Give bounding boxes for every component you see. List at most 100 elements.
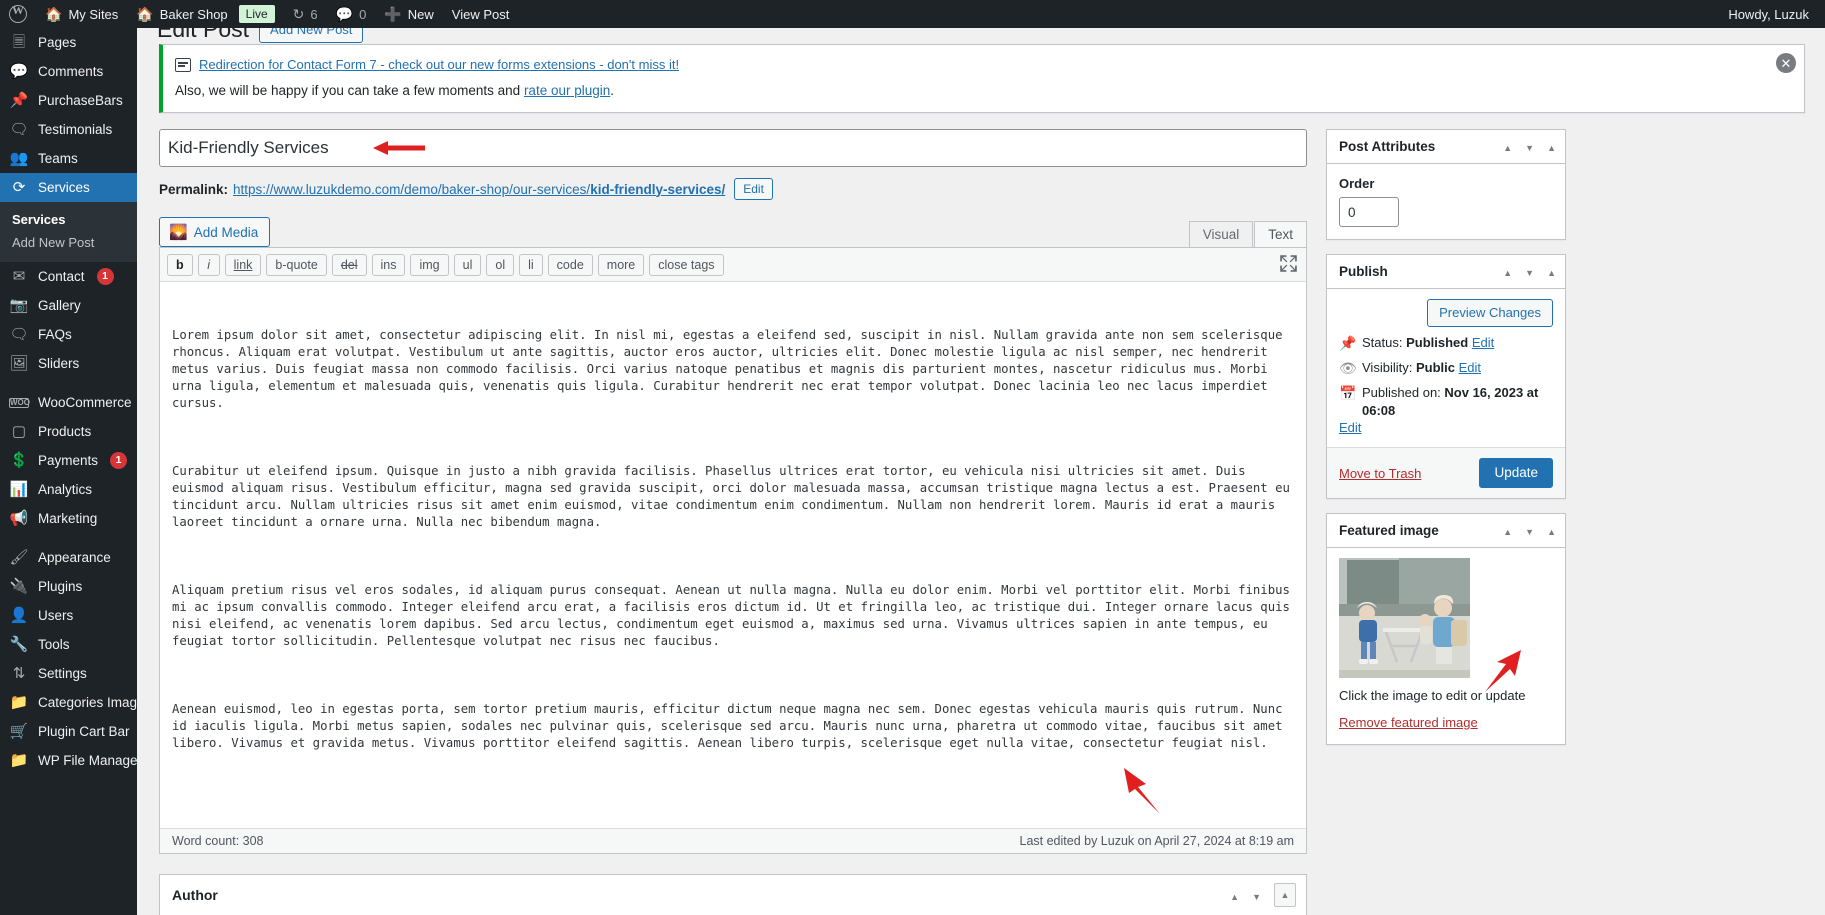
sidebar-item-woocommerce[interactable]: WOO WooCommerce [0, 388, 137, 417]
sidebar-item-settings[interactable]: ⇅ Settings [0, 659, 137, 688]
toggle-panel-icon[interactable] [1274, 883, 1296, 907]
sidebar-item-gallery[interactable]: 📷 Gallery [0, 291, 137, 320]
account-menu[interactable]: Howdy, Luzuk [1719, 0, 1825, 28]
quicktag-ul[interactable]: ul [453, 254, 482, 276]
sidebar-item-plugin-cart-bar[interactable]: 🛒 Plugin Cart Bar [0, 717, 137, 746]
quicktag-li[interactable]: li [519, 254, 543, 276]
sidebar-item-users[interactable]: 👤 Users [0, 601, 137, 630]
move-to-trash-link[interactable]: Move to Trash [1339, 466, 1421, 481]
comments-menu[interactable]: 💬 0 [327, 0, 376, 28]
groups-icon: 👥 [9, 150, 29, 167]
quicktag-close-tags[interactable]: close tags [649, 254, 724, 276]
order-input[interactable] [1339, 197, 1399, 227]
sidebar-item-sliders[interactable]: 🖼 Sliders [0, 349, 137, 378]
quicktags-toolbar[interactable]: b i link b-quote del ins img ul ol li co… [160, 248, 1306, 282]
updates-menu[interactable]: ↻ 6 [284, 0, 327, 28]
site-name-menu[interactable]: 🏠 Baker Shop [127, 0, 236, 28]
quicktag-del[interactable]: del [331, 254, 367, 276]
featured-image-artwork [1339, 558, 1470, 678]
quicktag-img[interactable]: img [410, 254, 449, 276]
move-up-icon[interactable] [1503, 265, 1512, 278]
sidebar-item-teams[interactable]: 👥 Teams [0, 144, 137, 173]
sidebar-item-services[interactable]: ⟳ Services [0, 173, 137, 202]
my-sites-menu[interactable]: 🏠 My Sites [36, 0, 127, 28]
sidebar-item-label: Teams [38, 151, 78, 166]
new-content-menu[interactable]: ➕ New [375, 0, 442, 28]
sidebar-item-faqs[interactable]: 🗨 FAQs [0, 320, 137, 349]
view-post-link[interactable]: View Post [443, 0, 519, 28]
update-button[interactable]: Update [1479, 458, 1553, 488]
sidebar-item-wp-file-manager[interactable]: 📁 WP File Manager [0, 746, 137, 775]
post-attributes-handles[interactable] [1503, 140, 1556, 153]
services-submenu[interactable]: Services Add New Post [0, 202, 137, 262]
post-content-textarea[interactable]: Lorem ipsum dolor sit amet, consectetur … [160, 282, 1306, 828]
author-metabox-handles[interactable] [1230, 883, 1296, 907]
move-down-icon[interactable] [1525, 140, 1534, 153]
move-down-icon[interactable] [1525, 265, 1534, 278]
sidebar-item-label: Comments [38, 64, 104, 79]
sidebar-item-comments[interactable]: 💬 Comments [0, 57, 137, 86]
quicktag-b[interactable]: b [167, 254, 193, 276]
sidebar-item-contact[interactable]: ✉ Contact 1 [0, 262, 137, 291]
sidebar-item-analytics[interactable]: 📊 Analytics [0, 475, 137, 504]
sidebar-item-products[interactable]: ▢ Products [0, 417, 137, 446]
move-up-icon[interactable] [1503, 524, 1512, 537]
sidebar-item-tools[interactable]: 🔧 Tools [0, 630, 137, 659]
author-metabox-header: Author [160, 875, 1306, 915]
status-edit-link[interactable]: Edit [1472, 335, 1494, 350]
permalink-link[interactable]: https://www.luzukdemo.com/demo/baker-sho… [233, 182, 725, 197]
sidebar-item-testimonials[interactable]: 🗨 Testimonials [0, 115, 137, 144]
admin-sidebar-menu[interactable]: 🗏 Pages 💬 Comments 📌 PurchaseBars 🗨 Test… [0, 28, 137, 915]
permalink-base: https://www.luzukdemo.com/demo/baker-sho… [233, 181, 591, 197]
contact-badge-count: 1 [96, 268, 114, 285]
publish-handles[interactable] [1503, 265, 1556, 278]
sidebar-item-purchasebars[interactable]: 📌 PurchaseBars [0, 86, 137, 115]
tab-text[interactable]: Text [1254, 221, 1307, 247]
toggle-panel-icon[interactable] [1547, 524, 1556, 537]
sidebar-item-plugins[interactable]: 🔌 Plugins [0, 572, 137, 601]
add-media-button[interactable]: 🌄 Add Media [159, 217, 271, 247]
move-up-icon[interactable] [1503, 140, 1512, 153]
toggle-panel-icon[interactable] [1547, 265, 1556, 278]
remove-featured-image-link[interactable]: Remove featured image [1339, 715, 1553, 730]
move-down-icon[interactable] [1525, 524, 1534, 537]
move-down-icon[interactable] [1252, 888, 1261, 903]
sidebar-item-label: Tools [38, 637, 70, 652]
wp-logo-menu[interactable] [0, 0, 36, 28]
published-edit-link[interactable]: Edit [1339, 420, 1361, 435]
fullscreen-icon[interactable] [1280, 255, 1297, 272]
calendar-icon: 📅 [1339, 385, 1357, 401]
tab-visual[interactable]: Visual [1188, 221, 1254, 247]
move-up-icon[interactable] [1230, 888, 1239, 903]
sidebar-item-appearance[interactable]: 🖌 Appearance [0, 543, 137, 572]
content-paragraph: Curabitur ut eleifend ipsum. Quisque in … [172, 464, 1298, 529]
site-name-label: Baker Shop [159, 6, 228, 22]
submenu-item-add-new-post[interactable]: Add New Post [0, 231, 137, 254]
notice-dismiss-button[interactable]: ✕ [1776, 53, 1796, 73]
notice-link[interactable]: Redirection for Contact Form 7 - check o… [199, 57, 679, 72]
sidebar-item-marketing[interactable]: 📢 Marketing [0, 504, 137, 533]
featured-image-handles[interactable] [1503, 524, 1556, 537]
quicktag-ins[interactable]: ins [371, 254, 406, 276]
post-title-input[interactable] [159, 129, 1307, 167]
sidebar-item-label: WooCommerce [38, 395, 132, 410]
edit-slug-button[interactable]: Edit [734, 178, 773, 200]
submenu-item-services[interactable]: Services [0, 208, 137, 231]
editor-mode-tabs[interactable]: Visual Text [1188, 221, 1307, 247]
toggle-panel-icon[interactable] [1547, 140, 1556, 153]
sidebar-item-categories-images[interactable]: 📁 Categories Images [0, 688, 137, 717]
featured-image-thumbnail[interactable] [1339, 558, 1470, 678]
visibility-edit-link[interactable]: Edit [1459, 360, 1481, 375]
post-body-main-column: Permalink: https://www.luzukdemo.com/dem… [159, 129, 1307, 915]
preview-changes-button[interactable]: Preview Changes [1427, 299, 1553, 327]
sidebar-item-pages[interactable]: 🗏 Pages [0, 28, 137, 57]
rate-plugin-link[interactable]: rate our plugin [524, 83, 610, 98]
quicktag-more[interactable]: more [597, 254, 645, 276]
quicktag-i[interactable]: i [197, 254, 220, 276]
sidebar-item-payments[interactable]: 💲 Payments 1 [0, 446, 137, 475]
quicktag-link[interactable]: link [224, 254, 262, 276]
quicktag-b-quote[interactable]: b-quote [266, 254, 327, 276]
quicktag-code[interactable]: code [547, 254, 593, 276]
quicktag-ol[interactable]: ol [486, 254, 515, 276]
add-new-post-button[interactable]: Add New Post [259, 28, 364, 43]
